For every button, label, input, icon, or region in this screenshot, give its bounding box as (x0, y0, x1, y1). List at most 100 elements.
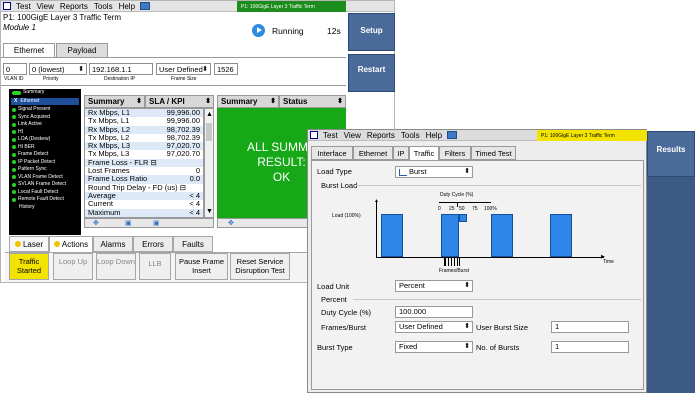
tree-item[interactable]: Pattern Sync (9, 166, 81, 174)
tab-faults[interactable]: Faults (173, 236, 213, 252)
scroll-down-icon[interactable]: ▼ (206, 208, 213, 215)
frame-size-select[interactable]: User Defined ⬍ (156, 63, 211, 75)
tree-item[interactable]: LOA (Deskew) (9, 136, 81, 144)
burst-type-select[interactable]: Fixed ⬍ (395, 341, 473, 353)
user-burst-size-input[interactable]: 1 (551, 321, 629, 333)
load-unit-select[interactable]: Percent ⬍ (395, 280, 473, 292)
tree-label: Summary (23, 89, 45, 95)
tab-laser[interactable]: Laser (9, 236, 49, 252)
restart-button[interactable]: Restart (348, 54, 395, 92)
tree-label: Sync Acquired (18, 113, 50, 120)
tab-actions[interactable]: Actions (49, 236, 93, 252)
scroll-thumb[interactable] (206, 123, 212, 141)
menu-test[interactable]: Test (13, 2, 34, 11)
tree-item-history[interactable]: History (9, 204, 81, 212)
menu-reports[interactable]: Reports (57, 2, 91, 11)
tree-item[interactable]: Frame Detect (9, 151, 81, 159)
tree-item[interactable]: IP Packet Detect (9, 159, 81, 167)
test-menu-icon (3, 2, 11, 10)
llb-button[interactable]: LLB (139, 253, 171, 280)
vlan-id-field[interactable]: 0 (3, 63, 27, 75)
tree-label: Remote Fault Detect (18, 196, 64, 202)
tab-payload[interactable]: Payload (56, 43, 108, 57)
summary-status-category-select[interactable]: Summary ⬍ (217, 95, 279, 108)
traffic-started-button[interactable]: Traffic Started (9, 253, 49, 280)
tab-ethernet[interactable]: Ethernet (353, 146, 393, 160)
table-scrollbar[interactable]: ▲ ▼ (204, 108, 214, 218)
group-divider (353, 299, 641, 300)
tree-label: VLAN Frame Detect (18, 173, 63, 180)
tab-label: Laser (22, 240, 43, 249)
menu-reports[interactable]: Reports (364, 131, 398, 140)
tab-filters[interactable]: Filters (439, 146, 471, 160)
tree-item-summary[interactable]: Summary (9, 89, 81, 97)
num-bursts-input[interactable]: 1 (551, 341, 629, 353)
frame-size-field[interactable]: 1526 (214, 63, 238, 75)
tick-0: 0 (438, 206, 441, 212)
y-axis (376, 201, 377, 258)
menu-view[interactable]: View (341, 131, 364, 140)
load-type-select[interactable]: Burst ⬍ (395, 166, 473, 178)
expand-icon[interactable]: ✥ (228, 219, 234, 227)
tick-100: 100% (484, 206, 497, 212)
frames-burst-caption: Frames/Burst (439, 268, 470, 274)
duty-cycle-input[interactable]: 100.000 (395, 306, 473, 318)
status-select[interactable]: Status ⬍ (279, 95, 346, 108)
port-title: P1: 100GigE Layer 3 Traffic Term (241, 3, 315, 10)
tab-timed-test[interactable]: Timed Test (471, 146, 516, 160)
tree-item[interactable]: HI BER (9, 144, 81, 152)
destination-ip-field[interactable]: 192.168.1.1 (89, 63, 153, 75)
copy-icon[interactable]: ▣ (125, 219, 132, 227)
chevron-down-icon: ⬍ (464, 282, 470, 289)
loop-up-button[interactable]: Loop Up (53, 253, 93, 280)
priority-select[interactable]: 0 (lowest) ⬍ (29, 63, 87, 75)
menu-test[interactable]: Test (320, 131, 341, 140)
menu-help[interactable]: Help (423, 131, 445, 140)
pause-frame-insert-button[interactable]: Pause Frame Insert (175, 253, 228, 280)
chevron-down-icon: ⬍ (270, 98, 276, 105)
user-burst-size-label: User Burst Size (476, 323, 529, 332)
menu-tools[interactable]: Tools (91, 2, 116, 11)
summary-category-select[interactable]: Summary ⬍ (84, 95, 145, 108)
loop-down-button[interactable]: Loop Down (96, 253, 136, 280)
tree-item[interactable]: Remote Fault Detect (9, 196, 81, 204)
test-name: P1: 100GigE Layer 3 Traffic Term (3, 13, 121, 22)
results-label: Results (656, 145, 686, 154)
setup-button[interactable]: Setup (348, 13, 395, 51)
frames-burst-select[interactable]: User Defined ⬍ (395, 321, 473, 333)
menu-view[interactable]: View (34, 2, 57, 11)
help-icon[interactable] (447, 131, 458, 139)
reset-service-disruption-button[interactable]: Reset Service Disruption Test (230, 253, 290, 280)
tree-item-ethernet[interactable]: X Ethernet (11, 97, 79, 105)
frame-size-label: Frame Size (171, 76, 197, 82)
tree-label: Pattern Sync (18, 166, 47, 172)
result-tree: Summary X Ethernet Signal Present Sync Ac… (9, 89, 81, 235)
tree-item[interactable]: Sync Acquired (9, 114, 81, 122)
paste-icon[interactable]: ▣ (153, 219, 160, 227)
tab-ip[interactable]: IP (393, 146, 409, 160)
tab-errors[interactable]: Errors (133, 236, 173, 252)
tree-item[interactable]: Link Active (9, 121, 81, 129)
menu-tools[interactable]: Tools (398, 131, 423, 140)
tab-ethernet[interactable]: Ethernet (3, 43, 55, 57)
tree-item[interactable]: VLAN Frame Detect (9, 174, 81, 182)
sla-kpi-select[interactable]: SLA / KPI ⬍ (145, 95, 214, 108)
tab-interface[interactable]: Interface (311, 146, 353, 160)
menu-help[interactable]: Help (116, 2, 138, 11)
chevron-down-icon: ⬍ (205, 98, 211, 105)
tree-item[interactable]: SVLAN Frame Detect (9, 181, 81, 189)
load-unit-value: Percent (399, 281, 425, 290)
burst-icon (399, 168, 407, 176)
tab-traffic[interactable]: Traffic (409, 146, 439, 160)
frame-size-mode: User Defined (159, 65, 203, 74)
tree-label: SVLAN Frame Detect (18, 181, 67, 187)
tree-item[interactable]: HI (9, 129, 81, 137)
scroll-up-icon[interactable]: ▲ (206, 111, 213, 118)
expand-icon[interactable]: ✥ (93, 219, 99, 227)
tree-item[interactable]: Local Fault Detect (9, 189, 81, 197)
setup-label: Setup (360, 26, 383, 35)
help-icon[interactable] (140, 2, 151, 10)
tree-item[interactable]: Signal Present (9, 106, 81, 114)
tab-alarms[interactable]: Alarms (93, 236, 133, 252)
results-button[interactable]: Results (647, 131, 695, 177)
